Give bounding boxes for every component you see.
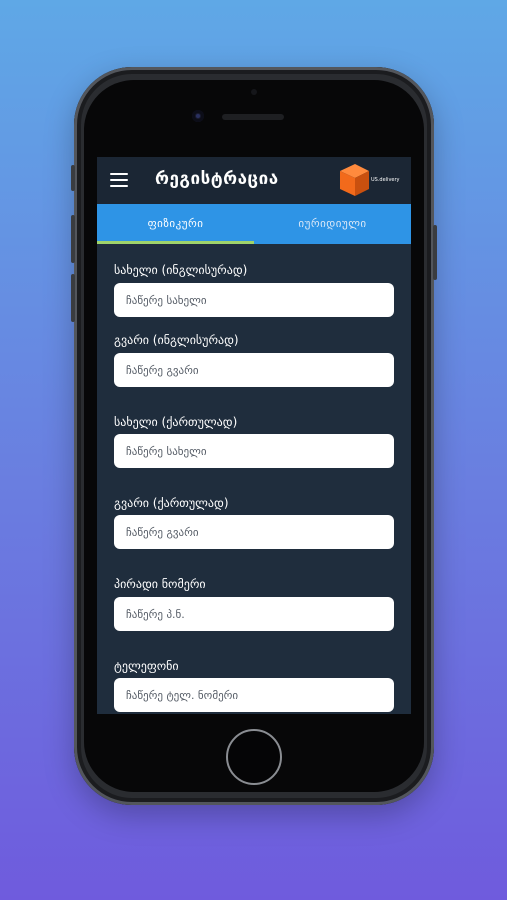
front-camera <box>192 110 204 122</box>
us-delivery-logo: US.delivery <box>338 162 402 198</box>
earpiece-speaker <box>222 114 284 120</box>
first-name-georgian-input[interactable] <box>114 434 394 468</box>
phone-label: ტელეფონი <box>114 659 179 673</box>
power-button <box>433 225 437 280</box>
last-name-georgian-input[interactable] <box>114 515 394 549</box>
phone-input[interactable] <box>114 678 394 712</box>
first-name-english-input[interactable] <box>114 283 394 317</box>
last-name-english-input[interactable] <box>114 353 394 387</box>
proximity-sensor <box>251 89 257 95</box>
home-button[interactable] <box>226 729 282 785</box>
tab-individual[interactable]: ფიზიკური <box>97 204 254 244</box>
personal-number-label: პირადი ნომერი <box>114 577 206 591</box>
active-tab-indicator <box>97 241 254 244</box>
tab-bar: ფიზიკური იურიდიული <box>97 204 411 244</box>
tab-legal-entity[interactable]: იურიდიული <box>254 204 411 244</box>
last-name-english-label: გვარი (ინგლისურად) <box>114 333 239 347</box>
box-logo-icon <box>340 164 369 196</box>
volume-down-button <box>71 274 75 322</box>
page-title: რეგისტრაცია <box>155 169 279 189</box>
first-name-georgian-label: სახელი (ქართულად) <box>114 415 238 429</box>
mute-switch <box>71 165 75 191</box>
last-name-georgian-label: გვარი (ქართულად) <box>114 496 229 510</box>
app-header: რეგისტრაცია US.delivery <box>97 157 411 204</box>
first-name-english-label: სახელი (ინგლისურად) <box>114 263 248 277</box>
volume-up-button <box>71 215 75 263</box>
app-screen: რეგისტრაცია US.delivery ფიზიკური იურიდიუ… <box>97 157 411 714</box>
personal-number-input[interactable] <box>114 597 394 631</box>
hamburger-menu-icon[interactable] <box>110 173 128 187</box>
logo-text: US.delivery <box>371 177 400 183</box>
